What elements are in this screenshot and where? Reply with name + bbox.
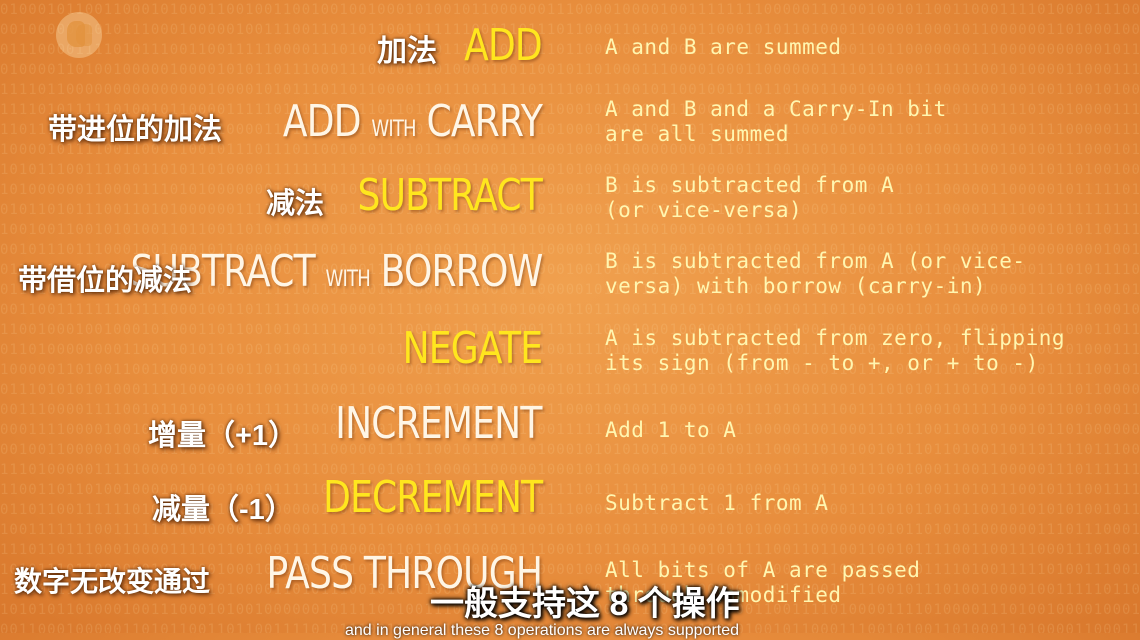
- operation-description: Subtract 1 from A: [605, 491, 829, 515]
- operation-description: B is subtracted from A (or vice-versa): [605, 173, 895, 222]
- pbs-logo-icon: [56, 12, 102, 58]
- operation-zh-label: 数字无改变通过: [14, 566, 211, 597]
- operation-description: Add 1 to A: [605, 418, 737, 442]
- operation-en-label: DECREMENT: [322, 472, 543, 523]
- operation-zh-label: 带借位的减法: [18, 265, 193, 297]
- operation-en-label: NEGATE: [402, 323, 542, 374]
- operation-description: A and B and a Carry-In bit are all summe…: [605, 97, 947, 146]
- operation-zh-label: 增量（+1）: [148, 420, 298, 452]
- video-subtitle: 一般支持这 8 个操作: [430, 585, 740, 623]
- binary-background: 0100010110011000101000110010011001001001…: [0, 2, 1140, 633]
- operation-description: A is subtracted from zero, flipping its …: [605, 326, 1066, 375]
- operation-description: B is subtracted from A (or vice- versa) …: [605, 249, 1026, 298]
- operation-zh-label: 带进位的加法: [48, 114, 223, 146]
- operation-en-label: ADD: [464, 20, 543, 71]
- operation-en-label: SUBTRACT: [357, 170, 543, 221]
- operation-zh-label: 减量（-1）: [152, 494, 294, 526]
- operation-zh-label: 减法: [266, 188, 325, 220]
- operation-en-label: INCREMENT: [335, 398, 543, 449]
- video-caption: and in general these 8 operations are al…: [345, 622, 740, 639]
- operation-description: A and B are summed: [605, 35, 842, 59]
- operation-zh-label: 加法: [377, 35, 437, 68]
- operation-en-label: ADD WITH CARRY: [282, 96, 543, 147]
